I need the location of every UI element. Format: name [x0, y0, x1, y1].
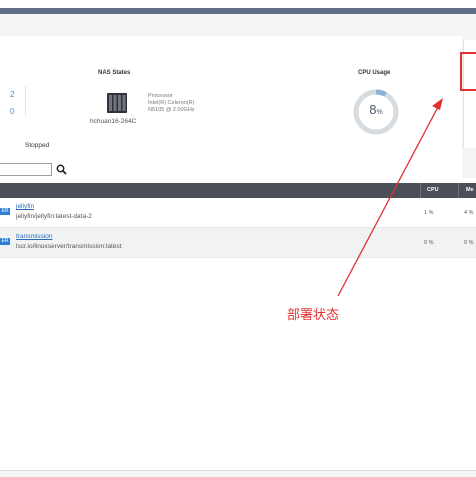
bottom-strip: [0, 471, 476, 477]
search-icon[interactable]: [56, 164, 67, 175]
cpu-cell: 1 %: [424, 210, 434, 216]
app-link-jellyfin[interactable]: jellyfin: [16, 203, 34, 210]
app-badge: ER: [0, 208, 10, 215]
nas-device-icon: [107, 93, 127, 113]
app-image: lscr.io/linuxserver/transmission:latest: [16, 243, 122, 250]
column-divider: [458, 183, 459, 198]
table-header: CPU Me: [0, 183, 476, 198]
table-row[interactable]: ER transmission lscr.io/linuxserver/tran…: [0, 228, 476, 258]
cpu-cell: 0 %: [424, 240, 434, 246]
processor-label: Processor: [148, 93, 173, 99]
stat-divider: [25, 86, 26, 116]
processor-line1: Intel(R) Celeron(R): [148, 100, 195, 106]
app-link-transmission[interactable]: transmission: [16, 233, 52, 240]
app-image: jellyfin/jellyfin:latest-data-2: [16, 213, 92, 220]
table-row[interactable]: ER jellyfin jellyfin/jellyfin:latest-dat…: [0, 198, 476, 228]
stopped-label: Stopped: [25, 142, 50, 149]
nas-states-title: NAS States: [98, 70, 131, 76]
cpu-usage-number: 8: [369, 102, 377, 117]
nas-hostname: hchuan16-264C: [90, 118, 137, 125]
processor-info: Processor Intel(R) Celeron(R) N5105 @ 2.…: [148, 93, 195, 114]
stat-count-top: 2: [10, 90, 15, 99]
mem-cell: 4 %: [464, 210, 474, 216]
column-divider: [420, 183, 421, 198]
search-input[interactable]: [0, 163, 52, 176]
app-badge: ER: [0, 238, 10, 245]
highlight-box: [460, 52, 476, 91]
annotation-label: 部署状态: [287, 308, 340, 323]
column-header-mem[interactable]: Me: [466, 187, 474, 193]
cpu-usage-title: CPU Usage: [358, 70, 391, 76]
page-background: [0, 14, 476, 36]
top-strip: [0, 0, 476, 14]
stat-count-bottom: 0: [10, 107, 15, 116]
mem-cell: 0 %: [464, 240, 474, 246]
cpu-usage-unit: %: [376, 109, 383, 116]
cpu-usage-value: 8%: [352, 102, 400, 117]
processor-line2: N5105 @ 2.00GHz: [148, 107, 195, 113]
column-header-cpu[interactable]: CPU: [427, 187, 439, 193]
